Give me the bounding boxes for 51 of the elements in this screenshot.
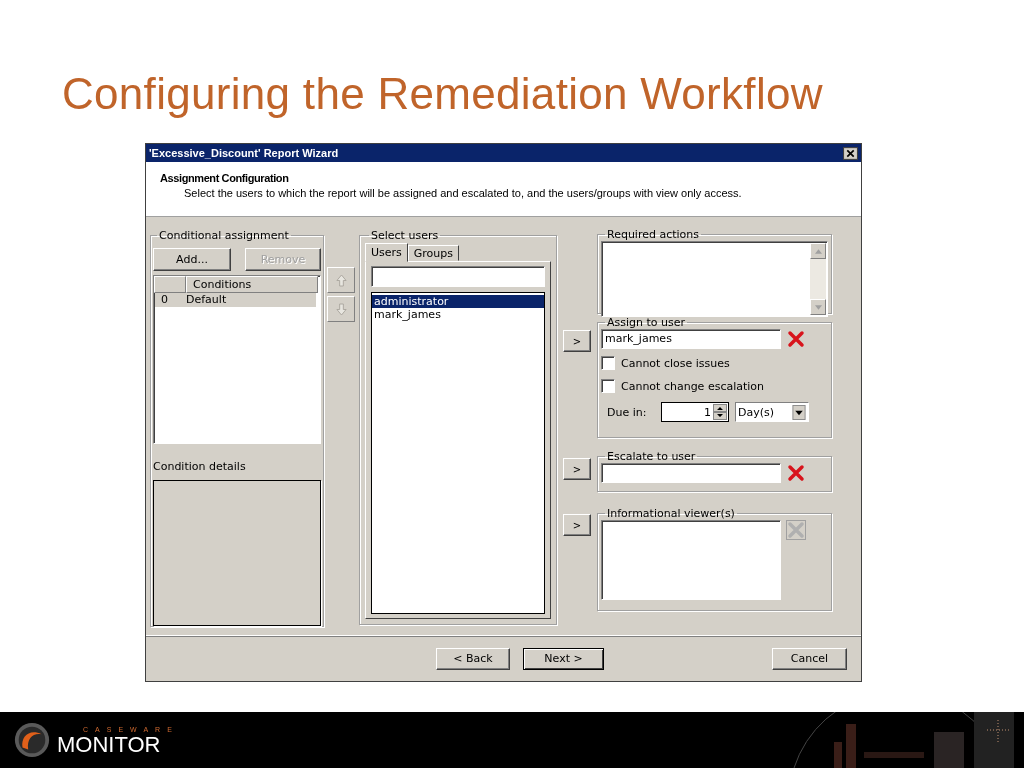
window-title: 'Excessive_Discount' Report Wizard	[149, 147, 339, 159]
down-arrow-icon	[335, 302, 347, 316]
actions-list[interactable]	[601, 241, 828, 317]
close-icon[interactable]	[843, 146, 858, 160]
down-arrow-icon	[814, 304, 822, 310]
scroll-up-button[interactable]	[810, 243, 826, 259]
header-description: Select the users to which the report will be assigned and escalated to, and the users/groups with view only access.	[183, 187, 742, 199]
assignee-field[interactable]: mark_james	[601, 329, 781, 349]
user-item[interactable]: mark_james	[372, 308, 544, 321]
wizard-button[interactable]: Next >	[523, 647, 604, 670]
escalate-field[interactable]	[601, 463, 781, 483]
viewers-list[interactable]	[601, 520, 781, 600]
tab[interactable]: Groups	[407, 245, 460, 261]
checkbox-label[interactable]: Cannot change escalation	[621, 379, 765, 393]
move-down-button[interactable]	[327, 296, 355, 322]
user-item[interactable]: administrator	[372, 295, 544, 308]
checkbox-label[interactable]: Cannot close issues	[621, 356, 730, 370]
move-up-button[interactable]	[327, 267, 355, 293]
add-button[interactable]: >	[563, 514, 591, 536]
header-heading: Assignment Configuration	[160, 172, 289, 184]
due-label: Due in:	[607, 405, 648, 419]
scrollbar[interactable]	[810, 243, 826, 315]
checkbox[interactable]	[601, 356, 615, 370]
tab[interactable]: Users	[365, 243, 408, 262]
slide-title: Configuring the Remediation Workflow	[62, 68, 823, 120]
clear-icon[interactable]	[786, 329, 806, 349]
spin-arrows-icon[interactable]	[713, 404, 727, 420]
wizard-button[interactable]: Cancel	[772, 647, 847, 670]
up-arrow-icon	[814, 248, 822, 254]
brand-name: MONITOR	[57, 733, 161, 756]
action-button[interactable]: Add...	[153, 248, 231, 271]
wizard-button[interactable]: < Back	[436, 647, 510, 670]
clear-icon[interactable]	[786, 463, 806, 483]
unit-dropdown[interactable]: Day(s)	[735, 402, 809, 422]
condition-row[interactable]: 0 Default	[155, 293, 316, 307]
add-button[interactable]: >	[563, 458, 591, 480]
details-label: Condition details	[153, 460, 247, 475]
checkbox[interactable]	[601, 379, 615, 393]
group-label: Assign to user	[606, 316, 687, 329]
add-button[interactable]: >	[563, 330, 591, 352]
scroll-down-button[interactable]	[810, 299, 826, 315]
due-spinner[interactable]: 1	[661, 402, 729, 422]
column-header[interactable]: Conditions	[186, 276, 318, 293]
group-label: Escalate to user	[606, 450, 697, 463]
logo-icon	[13, 721, 51, 759]
group-label: Conditional assignment	[158, 229, 290, 242]
group-label: Select users	[370, 229, 440, 242]
group-label: Informational viewer(s)	[606, 507, 736, 520]
search-field[interactable]	[371, 266, 545, 287]
up-arrow-icon	[335, 273, 347, 287]
group-label: Required actions	[606, 228, 701, 241]
